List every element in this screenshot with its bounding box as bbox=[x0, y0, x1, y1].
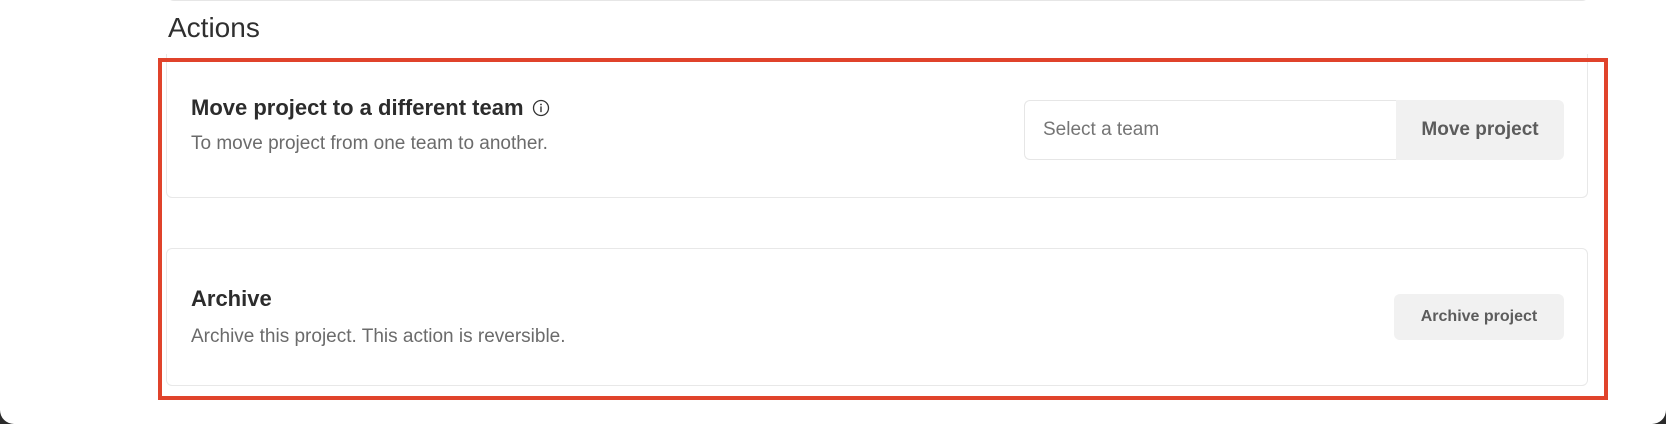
section-title: Actions bbox=[168, 12, 260, 43]
move-project-button[interactable]: Move project bbox=[1396, 100, 1564, 160]
previous-card-edge bbox=[166, 0, 1590, 1]
move-project-control: Select a team Move project bbox=[1024, 100, 1564, 160]
team-select[interactable]: Select a team bbox=[1024, 100, 1396, 160]
move-project-description: To move project from one team to another… bbox=[191, 133, 548, 154]
move-project-title-row: Move project to a different team bbox=[191, 94, 550, 122]
info-icon[interactable] bbox=[532, 99, 550, 117]
move-project-card: Move project to a different team To move… bbox=[166, 54, 1588, 198]
archive-title: Archive bbox=[191, 286, 272, 311]
window: Actions Move project to a different team… bbox=[0, 0, 1666, 424]
archive-card: Archive Archive this project. This actio… bbox=[166, 248, 1588, 386]
move-project-title: Move project to a different team bbox=[191, 95, 524, 120]
archive-description: Archive this project. This action is rev… bbox=[191, 326, 566, 347]
archive-project-button[interactable]: Archive project bbox=[1394, 294, 1564, 340]
